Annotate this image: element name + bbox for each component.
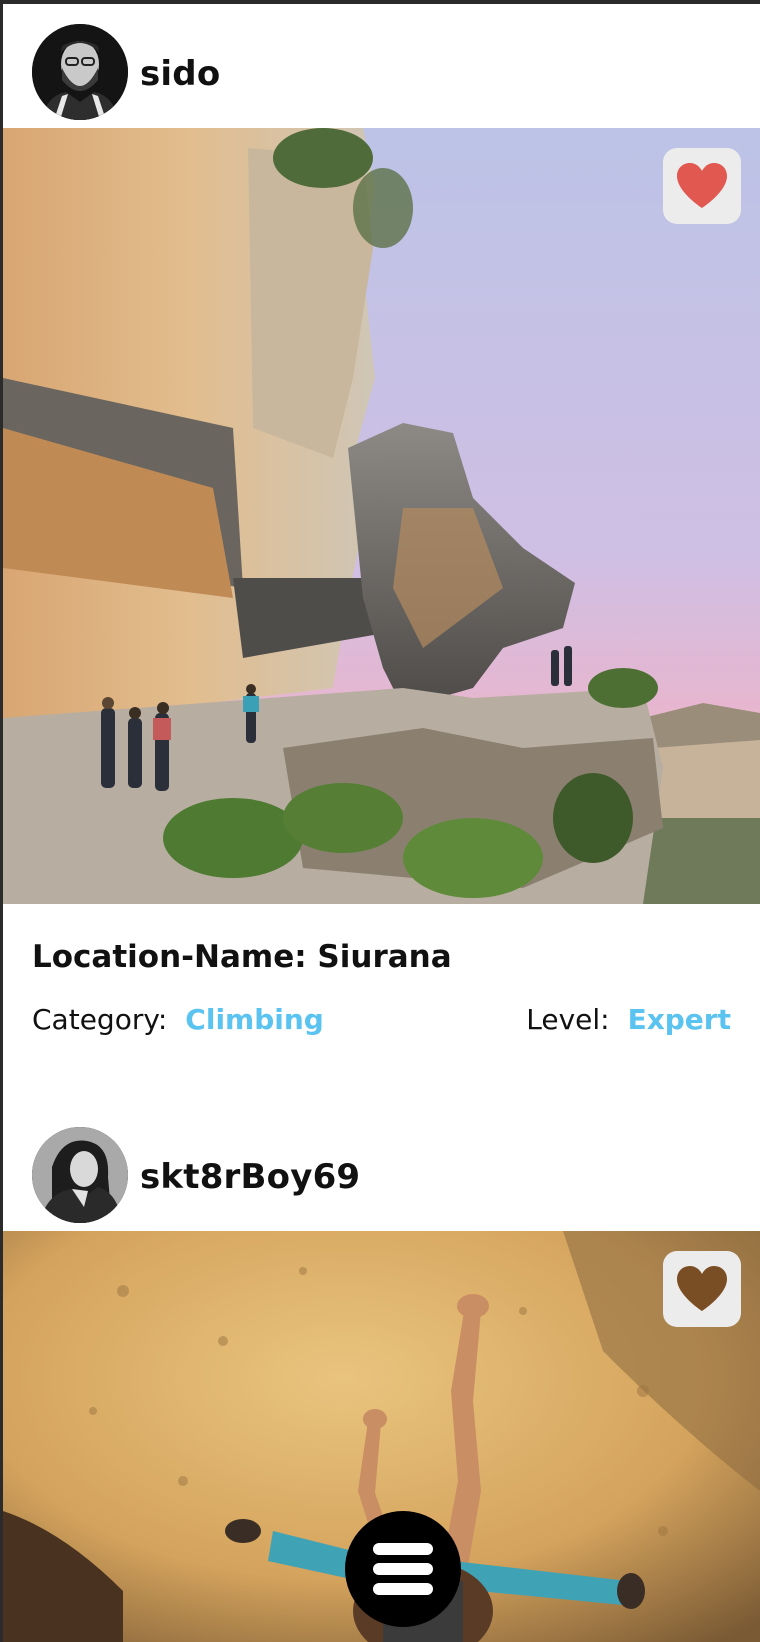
location-label: Location-Name: [32, 939, 307, 975]
post-details: Location-Name: Siurana Category: Climbing… [3, 904, 760, 1107]
level-value[interactable]: Expert [628, 1003, 731, 1036]
level-label: Level: [526, 1003, 610, 1036]
post-header: sido [3, 4, 760, 128]
feed-post: sido Location-Name: Siurana Category: Cl… [3, 4, 760, 1036]
username[interactable]: sido [140, 54, 220, 94]
user-avatar-icon [32, 1127, 128, 1223]
category-label: Category: [32, 1003, 168, 1036]
like-button[interactable] [663, 1251, 741, 1327]
menu-button[interactable] [345, 1511, 461, 1627]
heart-icon [677, 163, 727, 208]
category-value[interactable]: Climbing [185, 1003, 324, 1036]
location-title: Location-Name: Siurana [32, 939, 452, 975]
user-avatar-icon [32, 24, 128, 120]
hamburger-menu-icon [373, 1543, 433, 1595]
user-avatar[interactable] [32, 1127, 128, 1223]
post-header: skt8rBoy69 [3, 1107, 760, 1231]
category-field: Category: Climbing [32, 1003, 324, 1036]
feed-post: skt8rBoy69 [3, 1107, 760, 1642]
level-field: Level: Expert [526, 1003, 731, 1036]
cliff-photo [3, 128, 760, 904]
like-button[interactable] [663, 148, 741, 224]
post-photo[interactable] [3, 128, 760, 904]
username[interactable]: skt8rBoy69 [140, 1157, 360, 1197]
user-avatar[interactable] [32, 24, 128, 120]
location-name: Siurana [317, 939, 452, 975]
app-screen: sido Location-Name: Siurana Category: Cl… [0, 0, 760, 1642]
heart-icon [677, 1266, 727, 1311]
meta-row: Category: Climbing Level: Expert [32, 1003, 731, 1043]
